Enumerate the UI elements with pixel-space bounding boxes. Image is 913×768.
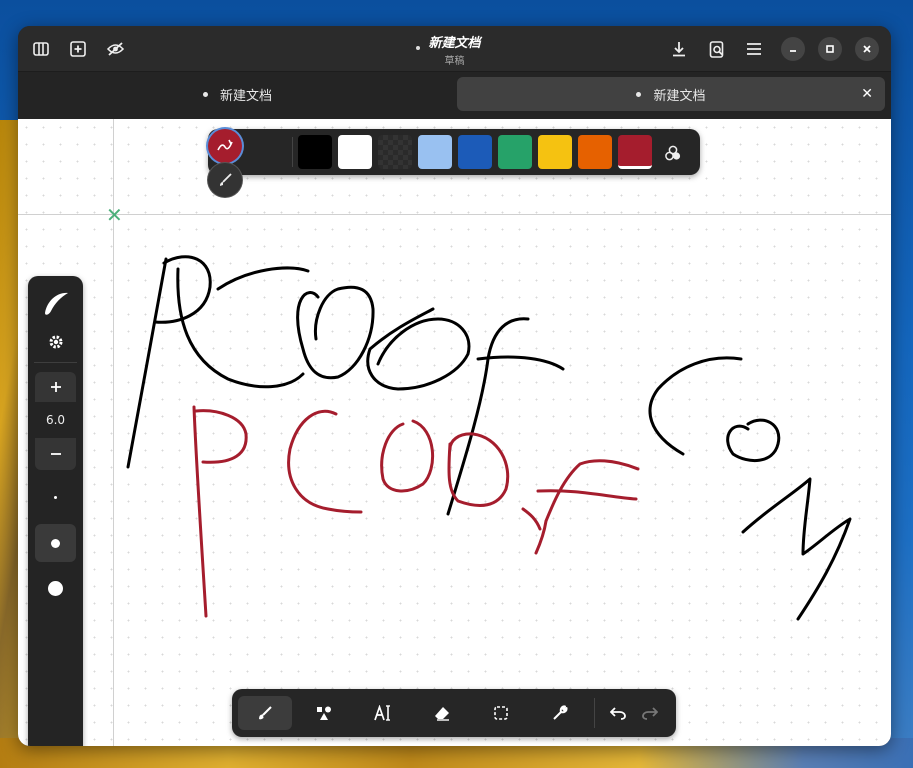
unsaved-dot-icon bbox=[636, 91, 642, 97]
selection-icon[interactable] bbox=[474, 696, 528, 730]
close-icon[interactable] bbox=[855, 37, 879, 61]
text-icon[interactable] bbox=[356, 696, 410, 730]
swatch-orange[interactable] bbox=[578, 135, 612, 169]
headerbar: 新建文档 草稿 bbox=[18, 26, 891, 72]
large-dot-icon bbox=[48, 580, 63, 596]
app-window: 新建文档 草稿 新建文档 新建文档 ✕ ✕ 6.0 bbox=[18, 26, 891, 746]
primary-brush-color-icon[interactable] bbox=[208, 129, 242, 163]
swatch-black[interactable] bbox=[298, 135, 332, 169]
color-picker-icon[interactable] bbox=[662, 142, 684, 164]
size-medium-option[interactable] bbox=[35, 524, 76, 562]
swatch-blue[interactable] bbox=[458, 135, 492, 169]
small-dot-icon bbox=[54, 495, 57, 499]
drawing-strokes bbox=[126, 255, 852, 621]
swatch-yellow[interactable] bbox=[538, 135, 572, 169]
swatch-red-selected[interactable] bbox=[618, 135, 652, 169]
download-icon[interactable] bbox=[664, 34, 694, 64]
settings-icon[interactable] bbox=[35, 331, 76, 353]
export-icon[interactable] bbox=[702, 34, 732, 64]
maximize-icon[interactable] bbox=[818, 37, 842, 61]
size-large-option[interactable] bbox=[35, 573, 76, 603]
unsaved-dot-icon bbox=[202, 91, 208, 97]
size-value[interactable]: 6.0 bbox=[35, 402, 76, 438]
size-stepper: 6.0 bbox=[35, 372, 76, 470]
panel-separator bbox=[34, 362, 77, 363]
swatch-transparent[interactable] bbox=[378, 135, 412, 169]
pen-settings-panel: 6.0 bbox=[28, 276, 83, 746]
brush-icon[interactable] bbox=[238, 696, 292, 730]
size-increase-button[interactable] bbox=[35, 372, 76, 402]
secondary-brush-color-icon[interactable] bbox=[208, 163, 242, 197]
undo-icon[interactable] bbox=[603, 696, 633, 730]
tab-bar: 新建文档 新建文档 ✕ bbox=[18, 72, 891, 119]
toolbar-separator bbox=[594, 698, 595, 728]
wrench-icon[interactable] bbox=[533, 696, 587, 730]
drawing-canvas[interactable]: ✕ 6.0 bbox=[18, 119, 891, 746]
tab-document-2[interactable]: 新建文档 ✕ bbox=[457, 77, 885, 111]
tab-document-1[interactable]: 新建文档 bbox=[22, 77, 453, 111]
eraser-icon[interactable] bbox=[415, 696, 469, 730]
redo-icon[interactable] bbox=[635, 696, 665, 730]
medium-dot-icon bbox=[51, 538, 60, 548]
swatch-white[interactable] bbox=[338, 135, 372, 169]
tab-label: 新建文档 bbox=[653, 88, 706, 104]
minimize-icon[interactable] bbox=[781, 37, 805, 61]
tab-close-icon[interactable]: ✕ bbox=[861, 86, 873, 102]
black-strokes bbox=[126, 255, 852, 621]
color-toolbar bbox=[208, 129, 700, 197]
red-strokes bbox=[192, 405, 640, 618]
tab-label: 新建文档 bbox=[219, 88, 272, 104]
pen-shape-icon[interactable] bbox=[35, 286, 76, 320]
size-small-option[interactable] bbox=[35, 484, 76, 510]
shapes-icon[interactable] bbox=[297, 696, 351, 730]
tools-toolbar bbox=[232, 689, 676, 737]
size-decrease-button[interactable] bbox=[35, 438, 76, 470]
swatch-green[interactable] bbox=[498, 135, 532, 169]
color-bar-separator bbox=[292, 137, 293, 167]
swatch-light-blue[interactable] bbox=[418, 135, 452, 169]
menu-icon[interactable] bbox=[739, 34, 769, 64]
